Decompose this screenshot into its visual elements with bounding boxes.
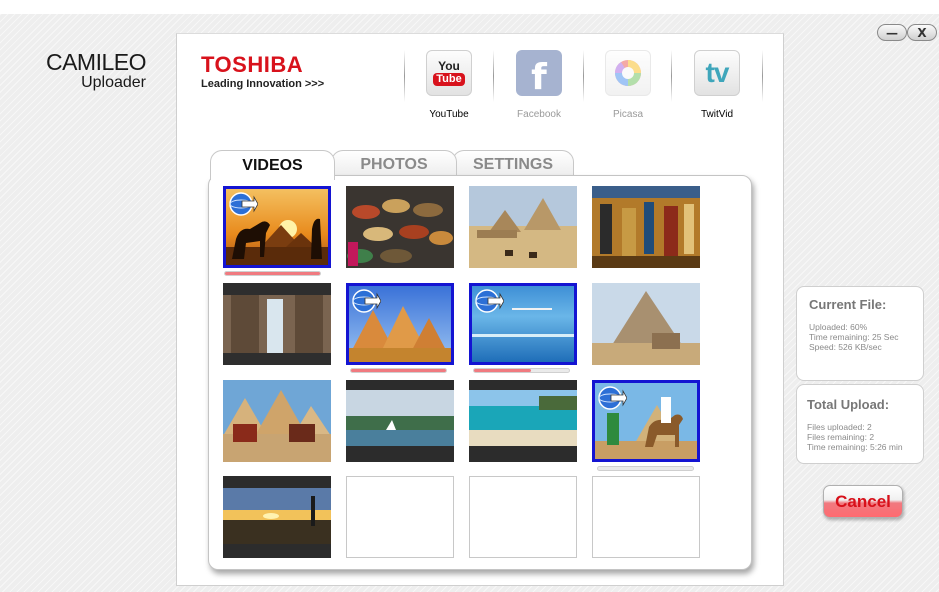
service-label: Picasa bbox=[612, 109, 643, 120]
video-thumbnail[interactable] bbox=[592, 283, 700, 365]
video-thumbnail[interactable] bbox=[223, 476, 331, 558]
service-label: YouTube bbox=[429, 109, 469, 120]
upload-progress-bar bbox=[473, 368, 570, 373]
upload-progress-bar bbox=[224, 271, 321, 276]
video-thumbnail[interactable] bbox=[223, 186, 331, 268]
video-thumbnail[interactable] bbox=[469, 186, 577, 268]
video-thumbnail[interactable] bbox=[346, 283, 454, 365]
picasa-icon bbox=[605, 50, 651, 96]
upload-progress-bar bbox=[597, 466, 694, 471]
service-twitvid[interactable]: tv TwitVid bbox=[677, 50, 757, 120]
total-upload-title: Total Upload: bbox=[807, 397, 890, 412]
upload-badge-icon bbox=[229, 192, 258, 216]
service-youtube[interactable]: You Tube YouTube bbox=[409, 50, 489, 120]
divider bbox=[671, 50, 672, 102]
empty-slot bbox=[469, 476, 577, 558]
video-thumbnail[interactable] bbox=[592, 380, 700, 462]
toshiba-logo: TOSHIBA Leading Innovation >>> bbox=[201, 52, 325, 91]
close-button[interactable]: X bbox=[907, 24, 937, 41]
brand-name: TOSHIBA bbox=[201, 52, 304, 77]
total-time-remaining: Time remaining: 5:26 min bbox=[807, 442, 903, 452]
tab-photos[interactable]: PHOTOS bbox=[331, 150, 457, 178]
service-facebook[interactable]: f Facebook bbox=[499, 50, 579, 120]
app-title: CAMILEO Uploader bbox=[28, 49, 147, 92]
current-file-panel: Current File: Uploaded: 60% Time remaini… bbox=[796, 286, 924, 381]
upload-badge-icon bbox=[352, 289, 381, 313]
divider bbox=[404, 50, 405, 102]
video-gallery bbox=[208, 175, 752, 570]
upload-badge-icon bbox=[475, 289, 504, 313]
service-label: Facebook bbox=[517, 109, 561, 120]
divider bbox=[493, 50, 494, 102]
total-upload-panel: Total Upload: Files uploaded: 2 Files re… bbox=[796, 384, 924, 464]
empty-slot bbox=[592, 476, 700, 558]
current-file-title: Current File: bbox=[809, 297, 887, 312]
video-thumbnail[interactable] bbox=[592, 186, 700, 268]
youtube-icon: You Tube bbox=[426, 50, 472, 96]
video-thumbnail[interactable] bbox=[223, 283, 331, 365]
tab-videos[interactable]: VIDEOS bbox=[210, 150, 335, 180]
app-title-line1: CAMILEO bbox=[45, 49, 147, 75]
files-remaining: Files remaining: 2 bbox=[807, 432, 875, 442]
video-thumbnail[interactable] bbox=[469, 283, 577, 365]
uploaded-percent: Uploaded: 60% bbox=[809, 322, 868, 332]
divider bbox=[762, 50, 763, 102]
divider bbox=[583, 50, 584, 102]
cancel-button[interactable]: Cancel bbox=[823, 485, 903, 518]
video-thumbnail[interactable] bbox=[346, 380, 454, 462]
service-label: TwitVid bbox=[700, 109, 734, 120]
upload-progress-bar bbox=[350, 368, 447, 373]
brand-tagline: Leading Innovation >>> bbox=[201, 78, 325, 90]
facebook-icon: f bbox=[516, 50, 562, 98]
video-thumbnail[interactable] bbox=[469, 380, 577, 462]
empty-slot bbox=[346, 476, 454, 558]
twitvid-icon: tv bbox=[694, 50, 740, 96]
minimize-button[interactable]: — bbox=[877, 24, 907, 41]
tab-settings[interactable]: SETTINGS bbox=[452, 150, 574, 178]
upload-speed: Speed: 526 KB/sec bbox=[809, 342, 882, 352]
title-strip bbox=[0, 0, 939, 14]
app-title-line2: Uploader bbox=[81, 74, 146, 91]
files-uploaded: Files uploaded: 2 bbox=[807, 422, 872, 432]
video-thumbnail[interactable] bbox=[223, 380, 331, 462]
upload-badge-icon bbox=[598, 386, 627, 410]
main-panel: TOSHIBA Leading Innovation >>> You Tube … bbox=[176, 33, 784, 586]
current-time-remaining: Time remaining: 25 Sec bbox=[809, 332, 899, 342]
service-picasa[interactable]: Picasa bbox=[588, 50, 668, 120]
video-thumbnail[interactable] bbox=[346, 186, 454, 268]
